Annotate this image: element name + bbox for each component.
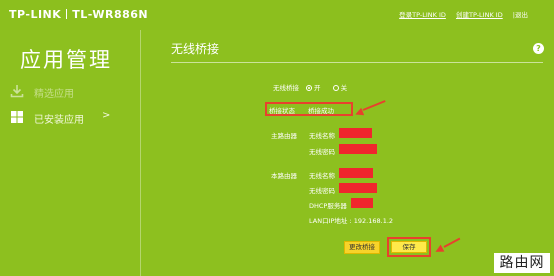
- download-icon: [10, 85, 24, 98]
- bridge-on-option[interactable]: 开: [306, 84, 321, 92]
- main-pwd-label: 无线密码: [309, 148, 335, 156]
- model-name: TL-WR886N: [72, 8, 149, 21]
- dhcp-label: DHCP服务器: [309, 202, 347, 210]
- bridge-status-value: 桥接成功: [308, 107, 334, 115]
- brand-separator: [66, 9, 68, 19]
- top-bar: TP-LINK TL-WR886N 登录TP-LINK ID 创建TP-LINK …: [0, 0, 554, 30]
- lan-ip-value: 192.168.1.2: [353, 217, 394, 225]
- lan-ip-label: LAN口IP地址 : 192.168.1.2: [309, 217, 394, 225]
- this-router-label: 本路由器: [271, 172, 297, 180]
- exit-link[interactable]: |退出: [513, 11, 528, 19]
- annotation-arrow-line: [443, 237, 461, 248]
- main-ssid-label: 无线名称: [309, 132, 335, 140]
- sidebar-item-featured-apps[interactable]: 精选应用: [10, 82, 130, 100]
- dhcp-redacted: [351, 198, 373, 208]
- sidebar-item-label: 精选应用: [34, 89, 74, 100]
- account-links: 登录TP-LINK ID 创建TP-LINK ID |退出: [391, 9, 528, 19]
- bridge-off-option[interactable]: 关: [332, 84, 347, 92]
- this-ssid-redacted: [339, 168, 373, 178]
- radio-on-icon: [306, 85, 312, 91]
- chevron-right-icon: >: [102, 110, 111, 121]
- sidebar-item-label: 已安装应用: [34, 115, 84, 126]
- create-tplink-id-link[interactable]: 创建TP-LINK ID: [456, 11, 503, 19]
- change-bridge-button[interactable]: 更改桥接: [344, 241, 380, 254]
- main-ssid-redacted: [339, 128, 372, 138]
- sidebar-item-installed-apps[interactable]: 已安装应用 >: [10, 108, 130, 126]
- annotation-arrow-line: [362, 100, 386, 111]
- this-pwd-redacted: [339, 183, 377, 193]
- brand-name: TP-LINK: [9, 8, 62, 21]
- main-router-label: 主路由器: [271, 132, 297, 140]
- watermark: 路由网: [494, 253, 550, 273]
- page-title: 无线桥接: [171, 42, 220, 56]
- bridge-toggle-label: 无线桥接: [273, 84, 299, 92]
- radio-off-icon: [332, 85, 339, 91]
- save-button[interactable]: 保存: [391, 241, 427, 253]
- grid-icon: [11, 111, 23, 123]
- this-ssid-label: 无线名称: [309, 172, 335, 180]
- login-tplink-id-link[interactable]: 登录TP-LINK ID: [399, 11, 446, 19]
- help-icon[interactable]: ?: [533, 43, 544, 54]
- sidebar-title: 应用管理: [20, 48, 112, 72]
- this-pwd-label: 无线密码: [309, 187, 335, 195]
- main-content: 无线桥接 ? 无线桥接 开 关 桥接状态 桥接成功 主路由器 无线名称 无线密码…: [140, 30, 554, 276]
- sidebar: 应用管理 精选应用 已安装应用 >: [0, 30, 140, 276]
- title-divider: [171, 62, 543, 63]
- bridge-status-label: 桥接状态: [269, 107, 295, 115]
- bridge-toggle: 开 关: [306, 82, 357, 92]
- brand-logo: TP-LINK TL-WR886N: [9, 8, 148, 21]
- main-pwd-redacted: [339, 144, 377, 154]
